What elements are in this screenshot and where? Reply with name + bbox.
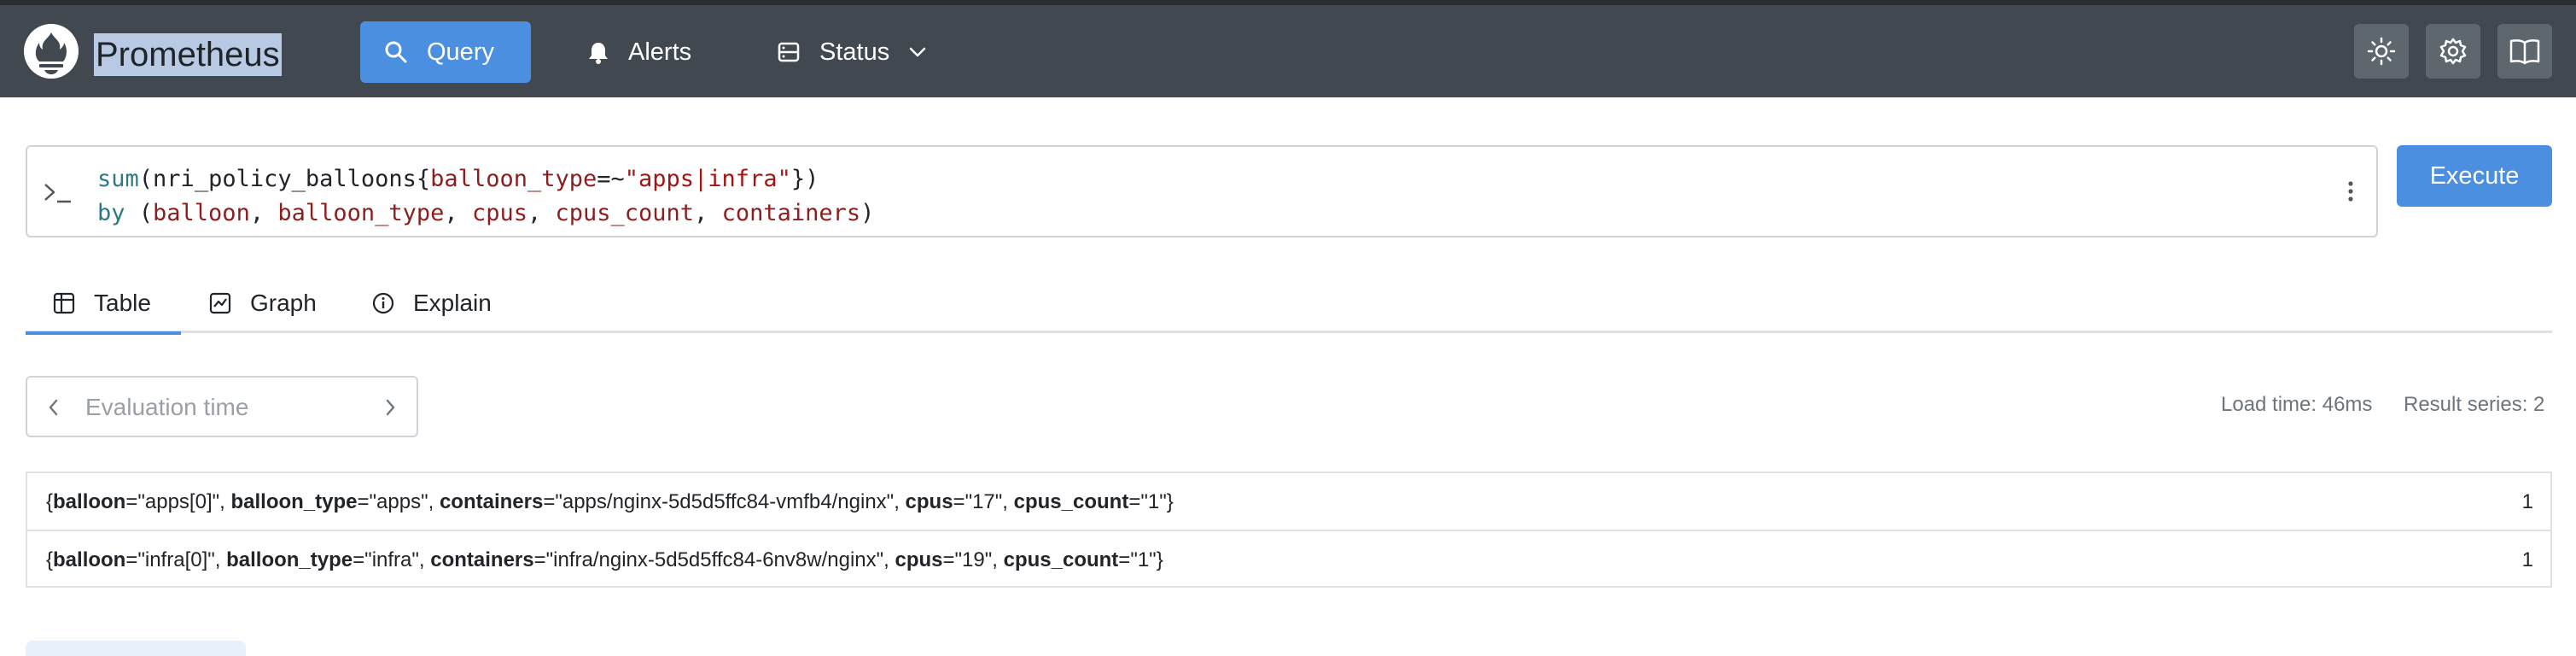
gear-icon [2439,38,2467,65]
query-by-close: ) [860,200,875,226]
query-by-label: cpus [471,200,527,226]
label-key: cpus_count [1003,548,1119,571]
label-key: balloon [53,548,126,571]
nav-status-label: Status [819,38,890,66]
query-label-value: "apps|infra" [624,166,791,192]
query-label-name: balloon_type [430,166,597,192]
query-text[interactable]: sum(nri_policy_balloons{balloon_type=~"a… [97,162,874,231]
query-brace: { [416,166,431,192]
query-by-keyword: by [97,200,125,226]
evaluation-time-picker[interactable]: Evaluation time [26,376,418,437]
nav-query-label: Query [427,38,494,66]
label-value: "apps" [369,490,428,513]
prometheus-logo-icon[interactable] [24,24,79,79]
nav-alerts-label: Alerts [628,38,692,66]
result-series-count: Result series: 2 [2404,393,2545,416]
chevron-down-icon [909,47,926,57]
results-table: {balloon="apps[0]", balloon_type="apps",… [26,472,2552,588]
query-sep: , [249,200,278,226]
label-key: cpus [895,548,943,571]
query-sep: , [444,200,472,226]
label-key: balloon_type [230,490,358,513]
documentation-button[interactable] [2497,24,2552,79]
query-by-label: balloon [153,200,250,226]
settings-button[interactable] [2426,24,2480,79]
label-key: cpus_count [1013,490,1129,513]
series-labels: {balloon="apps[0]", balloon_type="apps",… [46,490,1174,513]
series-labels: {balloon="infra[0]", balloon_type="infra… [46,548,1163,571]
label-key: containers [439,490,544,513]
nav-query-button[interactable]: Query [360,21,531,83]
label-key: cpus [905,490,953,513]
query-by-label: cpus_count [555,200,695,226]
tab-table-label: Table [94,290,151,316]
theme-toggle-button[interactable] [2354,24,2409,79]
series-value: 1 [2521,548,2533,571]
query-paren: ( [138,166,154,192]
tab-table[interactable]: Table [53,273,151,333]
active-tab-indicator [26,331,181,335]
query-close: }) [790,166,819,192]
add-query-button[interactable] [26,641,246,656]
query-sep: , [694,200,722,226]
result-tabs: Table Graph Explain [26,273,2552,335]
navbar: Prometheus Query Alerts Status [0,5,2576,97]
label-value: "1" [1140,490,1167,513]
tab-graph[interactable]: Graph [209,273,317,333]
chart-icon [209,292,231,314]
query-metric: nri_policy_balloons [153,166,417,192]
nav-alerts-button[interactable]: Alerts [563,21,717,83]
label-value: "17" [965,490,1003,513]
query-operator: =~ [597,166,625,192]
tab-explain[interactable]: Explain [372,273,492,333]
tab-explain-label: Explain [413,290,492,316]
search-icon [385,41,407,63]
tab-graph-label: Graph [250,290,317,316]
execute-button[interactable]: Execute [2397,145,2552,207]
series-value: 1 [2521,490,2533,513]
label-value: "1" [1130,548,1157,571]
nav-status-dropdown[interactable]: Status [753,21,958,83]
query-sep: , [527,200,556,226]
query-by-open: ( [125,200,154,226]
label-key: balloon [53,490,126,513]
table-row: {balloon="apps[0]", balloon_type="apps",… [27,473,2550,530]
load-time: Load time: 46ms [2221,393,2373,416]
table-row: {balloon="infra[0]", balloon_type="infra… [27,530,2550,586]
chevron-right-icon[interactable] [384,398,396,417]
table-icon [53,292,75,314]
label-value: "19" [954,548,993,571]
query-function: sum [97,166,139,192]
label-value: "infra[0]" [137,548,215,571]
more-options-icon[interactable] [2347,179,2354,203]
book-icon [2509,39,2540,65]
label-value: "infra" [364,548,419,571]
label-value: "apps/nginx-5d5d5ffc84-vmfb4/nginx" [555,490,895,513]
label-key: containers [430,548,534,571]
label-value: "apps[0]" [137,490,220,513]
label-value: "infra/nginx-5d5d5ffc84-6nv8w/nginx" [545,548,884,571]
evaluation-time-input[interactable]: Evaluation time [85,394,248,421]
query-by-label: containers [721,200,861,226]
brand-title[interactable]: Prometheus [94,33,282,76]
query-by-label: balloon_type [277,200,445,226]
query-editor[interactable]: sum(nri_policy_balloons{balloon_type=~"a… [26,145,2378,237]
chevron-left-icon[interactable] [48,398,60,417]
info-icon [372,292,394,314]
terminal-prompt-icon [44,184,71,203]
label-key: balloon_type [226,548,353,571]
sun-icon [2367,37,2396,66]
bell-icon [589,43,608,64]
server-icon [778,42,800,62]
